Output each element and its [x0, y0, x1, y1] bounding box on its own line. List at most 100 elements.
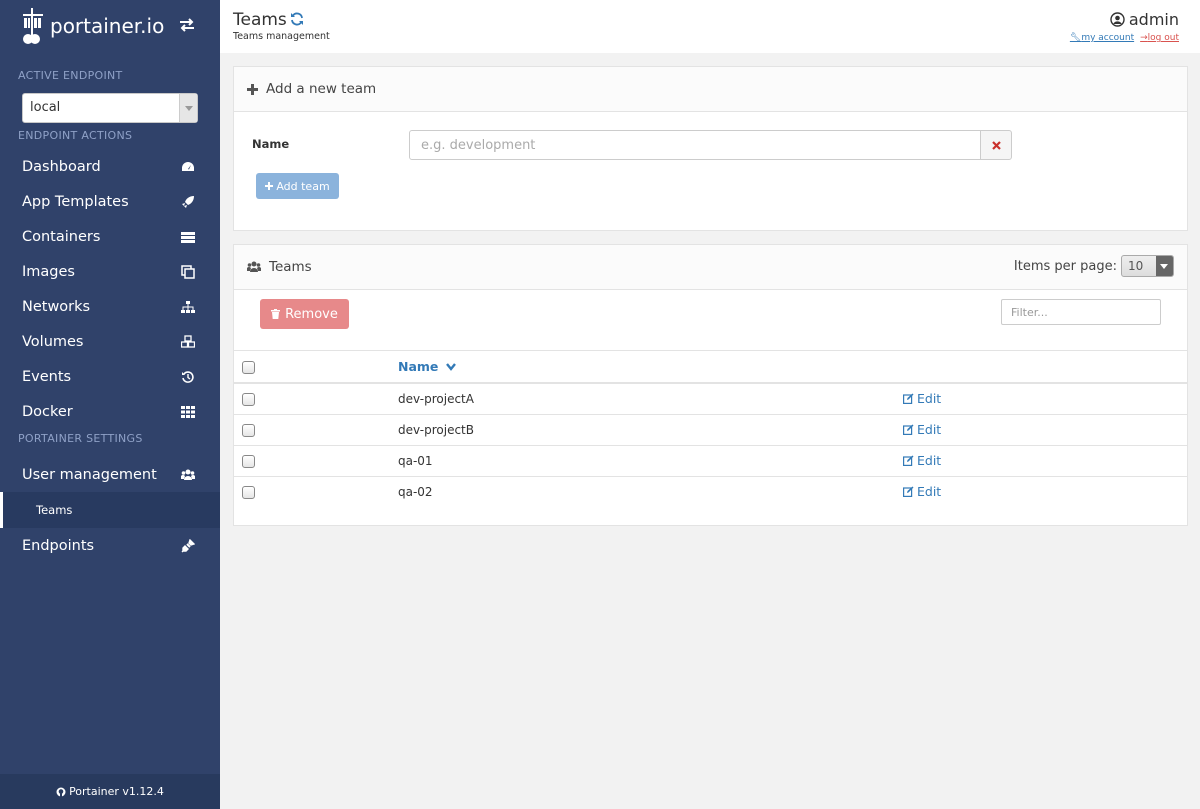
- my-account-link[interactable]: 🔧︎my account: [1070, 33, 1134, 43]
- active-endpoint-heading: ACTIVE ENDPOINT: [18, 69, 123, 82]
- sidebar-item-label: App Templates: [22, 193, 129, 210]
- user-name: admin: [1070, 10, 1179, 29]
- plug-icon: [181, 538, 195, 552]
- edit-link[interactable]: Edit: [903, 422, 941, 437]
- name-column-label: Name: [398, 359, 439, 374]
- edit-cell: Edit: [903, 414, 1187, 446]
- clone-icon: [181, 264, 195, 279]
- edit-cell: Edit: [903, 445, 1187, 477]
- refresh-icon[interactable]: [290, 12, 304, 26]
- edit-link[interactable]: Edit: [903, 453, 941, 468]
- version-label: Portainer v1.12.4: [69, 785, 164, 798]
- row-checkbox-cell: [234, 383, 398, 415]
- sidebar-item-teams[interactable]: Teams: [0, 492, 220, 528]
- users-icon: [181, 469, 195, 480]
- top-bar: Teams Teams management admin 🔧︎my accoun…: [220, 0, 1200, 53]
- row-checkbox[interactable]: [242, 423, 255, 437]
- row-checkbox-cell: [234, 414, 398, 446]
- brand-name[interactable]: portainer.io: [50, 14, 164, 38]
- items-per-page-select[interactable]: 10: [1121, 255, 1174, 277]
- items-per-page: Items per page: 10: [1014, 255, 1174, 277]
- filter-input[interactable]: [1001, 299, 1161, 325]
- edit-icon: [903, 486, 914, 497]
- sidebar-item-label: Networks: [22, 298, 91, 315]
- items-per-page-label: Items per page:: [1013, 258, 1117, 274]
- endpoint-select-value: local: [30, 100, 61, 115]
- table-row: dev-projectA Edit: [234, 383, 1187, 415]
- edit-icon: [903, 393, 914, 404]
- edit-label: Edit: [917, 390, 942, 406]
- actions-column-header: [903, 351, 1187, 384]
- sidebar-item-containers[interactable]: Containers: [0, 219, 220, 254]
- sidebar-item-networks[interactable]: Networks: [0, 289, 220, 324]
- row-checkbox[interactable]: [242, 454, 255, 468]
- user-links: 🔧︎my account →log out: [1070, 33, 1179, 43]
- page-title: Teams: [233, 10, 287, 30]
- log-out-link[interactable]: →log out: [1140, 33, 1179, 43]
- add-team-panel: Add a new team Name Add team: [233, 66, 1188, 231]
- tachometer-icon: [182, 161, 194, 171]
- edit-link[interactable]: Edit: [903, 391, 941, 406]
- team-name: qa-01: [398, 445, 903, 477]
- items-per-page-value: 10: [1128, 259, 1144, 273]
- sidebar-item-label: Events: [22, 368, 72, 385]
- endpoint-select[interactable]: local: [22, 93, 198, 123]
- team-name: dev-projectA: [398, 383, 903, 415]
- select-all-checkbox[interactable]: [242, 361, 255, 374]
- my-account-label: my account: [1081, 33, 1135, 43]
- github-icon[interactable]: [56, 787, 66, 797]
- plus-icon: [247, 83, 258, 95]
- endpoint-actions-heading: ENDPOINT ACTIONS: [18, 129, 133, 142]
- row-checkbox-cell: [234, 476, 398, 507]
- username-label: admin: [1128, 10, 1179, 29]
- chevron-down-icon: [445, 363, 456, 371]
- table-header-row: Name: [234, 351, 1187, 384]
- brand: portainer.io: [0, 0, 220, 52]
- clear-name-button[interactable]: [980, 130, 1012, 160]
- sidebar-footer: Portainer v1.12.4: [0, 774, 220, 809]
- teams-panel-heading: Teams Items per page: 10: [234, 245, 1187, 290]
- th-icon: [181, 405, 195, 418]
- add-team-panel-heading: Add a new team: [234, 67, 1187, 112]
- sidebar-item-app-templates[interactable]: App Templates: [0, 184, 220, 219]
- team-name-input[interactable]: [409, 130, 981, 160]
- portainer-settings-heading: PORTAINER SETTINGS: [18, 432, 143, 445]
- sign-out-icon: →: [1140, 33, 1148, 43]
- page-subtitle: Teams management: [233, 31, 330, 42]
- sidebar-item-docker[interactable]: Docker: [0, 394, 220, 429]
- sidebar-item-endpoints[interactable]: Endpoints: [0, 528, 220, 563]
- wrench-icon: 🔧︎: [1069, 33, 1082, 43]
- sidebar-item-label: Endpoints: [22, 537, 95, 554]
- sidebar: portainer.io ACTIVE ENDPOINT local ENDPO…: [0, 0, 220, 809]
- teams-table: Name dev-projectA Edit dev-projectB Edit…: [234, 351, 1187, 507]
- users-icon: [247, 261, 261, 272]
- trash-icon: [271, 309, 281, 319]
- sidebar-item-label: User management: [22, 466, 157, 483]
- sidebar-item-label: Containers: [22, 228, 101, 245]
- table-row: qa-01 Edit: [234, 445, 1187, 477]
- team-name: dev-projectB: [398, 414, 903, 446]
- select-all-cell: [234, 351, 398, 384]
- edit-icon: [903, 424, 914, 435]
- add-team-button-label: Add team: [276, 179, 330, 193]
- sitemap-icon: [181, 300, 195, 313]
- edit-link[interactable]: Edit: [903, 484, 941, 499]
- name-column-header[interactable]: Name: [398, 351, 903, 384]
- sidebar-item-dashboard[interactable]: Dashboard: [0, 149, 220, 184]
- remove-button[interactable]: Remove: [260, 299, 349, 329]
- edit-label: Edit: [917, 421, 942, 437]
- edit-icon: [903, 455, 914, 466]
- row-checkbox[interactable]: [242, 392, 255, 406]
- sidebar-item-images[interactable]: Images: [0, 254, 220, 289]
- edit-cell: Edit: [903, 476, 1187, 507]
- sidebar-item-events[interactable]: Events: [0, 359, 220, 394]
- add-team-button[interactable]: Add team: [256, 173, 339, 199]
- sidebar-toggle-icon[interactable]: [178, 16, 196, 34]
- sidebar-item-volumes[interactable]: Volumes: [0, 324, 220, 359]
- sidebar-item-label: Docker: [22, 403, 73, 420]
- team-name: qa-02: [398, 484, 433, 499]
- row-checkbox[interactable]: [242, 485, 255, 499]
- user-circle-icon: [1110, 12, 1125, 27]
- portainer-logo-icon[interactable]: [20, 6, 46, 46]
- sidebar-item-user-management[interactable]: User management: [0, 457, 220, 492]
